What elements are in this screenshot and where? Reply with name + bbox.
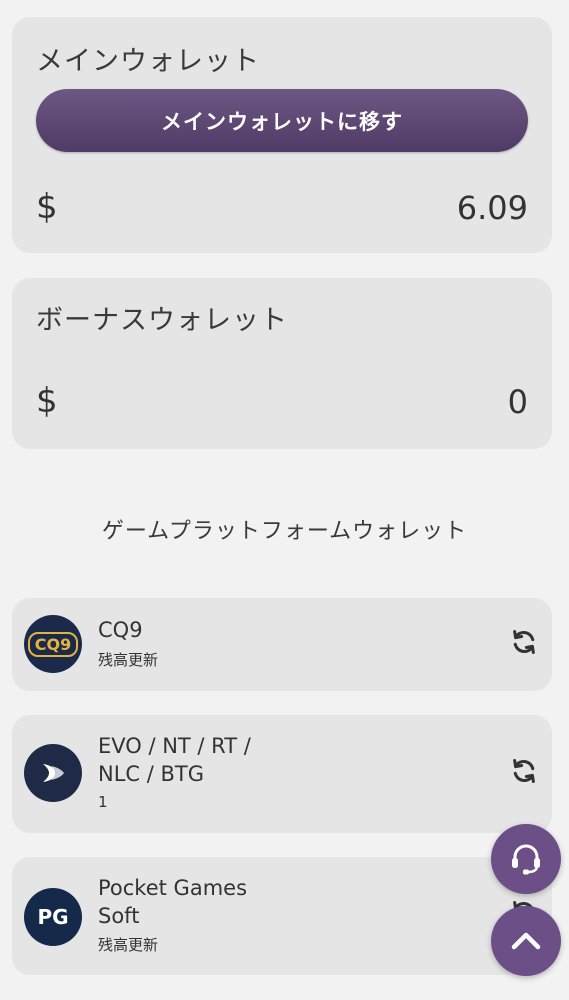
platform-name: Pocket Games Soft	[98, 874, 247, 930]
main-wallet-card: メインウォレット メインウォレットに移す $ 6.09	[12, 17, 552, 253]
refresh-icon[interactable]	[510, 757, 538, 785]
main-wallet-currency: $	[36, 187, 58, 227]
evo-logo-shape	[43, 764, 64, 782]
evo-logo-icon	[24, 744, 82, 802]
main-wallet-amount: 6.09	[456, 189, 528, 227]
platform-name-line1: Pocket Games	[98, 876, 248, 900]
main-wallet-title: メインウォレット	[36, 46, 260, 77]
pg-logo-text: PG	[37, 905, 69, 929]
platform-wallet-section-title: ゲームプラットフォームウォレット	[101, 519, 468, 544]
platform-balance: 1	[98, 793, 108, 811]
chevron-up-icon	[511, 932, 541, 950]
transfer-to-main-wallet-button[interactable]: メインウォレットに移す	[36, 89, 528, 152]
pg-logo: PG	[24, 888, 82, 946]
platform-name: EVO / NT / RT / NLC / BTG	[98, 732, 251, 788]
bonus-wallet-currency: $	[36, 381, 58, 421]
platform-card-pg: PG Pocket Games Soft 残高更新	[12, 857, 552, 975]
platform-name-line2: Soft	[98, 904, 140, 928]
bonus-wallet-card: ボーナスウォレット $ 0	[12, 278, 552, 449]
platform-name-line1: EVO / NT / RT /	[98, 734, 251, 758]
cq9-logo: CQ9	[24, 615, 82, 673]
platform-card-evo: EVO / NT / RT / NLC / BTG 1	[12, 715, 552, 833]
refresh-balance-link[interactable]: 残高更新	[98, 934, 158, 955]
customer-support-button[interactable]	[491, 824, 561, 894]
refresh-balance-link[interactable]: 残高更新	[98, 649, 158, 670]
bonus-wallet-amount: 0	[507, 383, 528, 421]
platform-name-line2: NLC / BTG	[98, 762, 205, 786]
bonus-wallet-title: ボーナスウォレット	[36, 305, 288, 336]
platform-name: CQ9	[98, 618, 143, 642]
cq9-logo-text: CQ9	[27, 631, 79, 657]
platform-card-cq9: CQ9 CQ9 残高更新	[12, 598, 552, 691]
refresh-icon[interactable]	[510, 628, 538, 656]
scroll-to-top-button[interactable]	[491, 906, 561, 976]
headset-icon	[512, 844, 540, 875]
